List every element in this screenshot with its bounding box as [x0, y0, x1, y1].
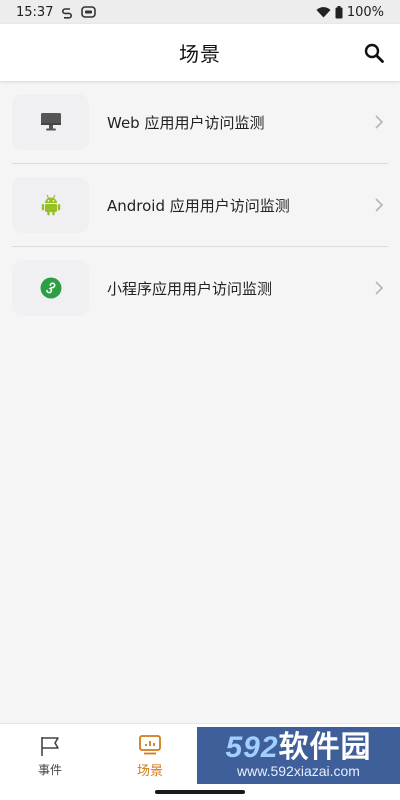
- nav-tab-events[interactable]: 事件: [0, 724, 100, 787]
- android-icon: [41, 194, 60, 216]
- scene-item-web[interactable]: Web 应用用户访问监测: [12, 81, 388, 164]
- gesture-bar: [0, 786, 400, 800]
- app-header: 场景: [0, 24, 400, 81]
- dashboard-icon: [139, 733, 161, 757]
- scene-icon-box: [12, 177, 89, 233]
- scene-item-android[interactable]: Android 应用用户访问监测: [12, 164, 388, 247]
- scene-icon-box: [12, 94, 89, 150]
- notification-icon: [81, 6, 97, 18]
- scene-item-mini-program[interactable]: 小程序应用用户访问监测: [12, 247, 388, 329]
- chevron-right-icon: [372, 198, 386, 212]
- nav-tab-scenes[interactable]: 场景: [100, 724, 200, 787]
- chevron-right-icon: [372, 115, 386, 129]
- sync-icon: [61, 6, 73, 19]
- status-time: 15:37: [16, 4, 54, 20]
- scene-icon-box: [12, 260, 89, 316]
- scene-label-android: Android 应用用户访问监测: [107, 196, 290, 215]
- gesture-handle[interactable]: [155, 790, 245, 794]
- wifi-icon: [316, 6, 331, 18]
- status-bar: 15:37 100%: [0, 0, 400, 24]
- battery-icon: [335, 5, 343, 19]
- search-button[interactable]: [362, 41, 386, 65]
- nav-label-scenes: 场景: [136, 763, 163, 779]
- page-title: 场景: [179, 42, 221, 66]
- scene-label-web: Web 应用用户访问监测: [107, 113, 265, 132]
- watermark-url: www.592xiazai.com: [237, 762, 360, 779]
- scene-label-mini-program: 小程序应用用户访问监测: [107, 279, 273, 298]
- watermark-brand: 软件园: [278, 730, 372, 764]
- watermark: 592软件园 www.592xiazai.com: [197, 727, 400, 784]
- battery-percent: 100%: [346, 4, 384, 20]
- nav-label-events: 事件: [37, 762, 62, 777]
- flag-icon: [39, 734, 61, 758]
- monitor-icon: [40, 113, 61, 131]
- search-icon: [364, 43, 384, 63]
- chevron-right-icon: [372, 281, 386, 295]
- watermark-number: 592: [225, 730, 279, 764]
- scene-list: Web 应用用户访问监测 Android 应用用户访问监测 小程序应用用户访问监…: [0, 81, 400, 329]
- mini-program-icon: [40, 277, 61, 299]
